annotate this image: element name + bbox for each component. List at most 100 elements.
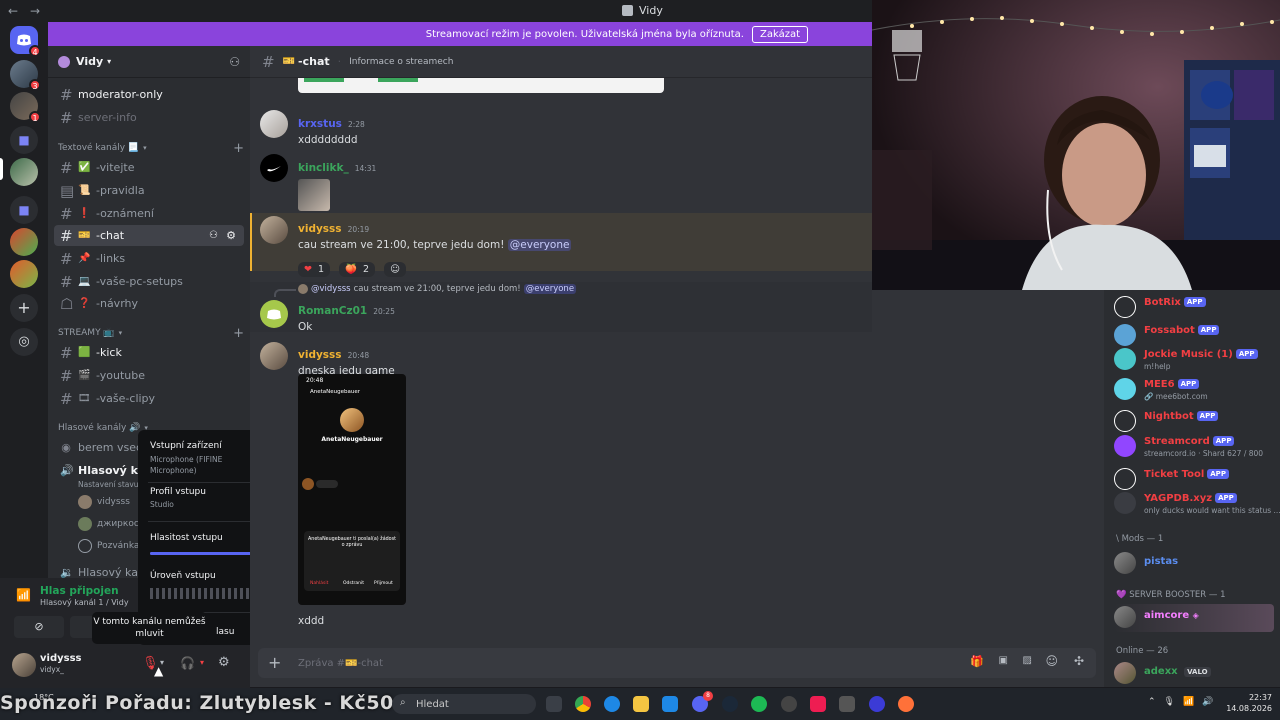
channel-links[interactable]: # 📌 -links (54, 248, 244, 269)
voice-user[interactable]: vidysss (78, 495, 130, 509)
message-author[interactable]: vidysss (298, 223, 342, 235)
reaction-heart[interactable]: ❤ 1 (298, 262, 331, 277)
add-server-icon[interactable]: + (10, 294, 38, 322)
tiktok-icon[interactable] (810, 696, 826, 712)
message-author[interactable]: krxstus (298, 118, 342, 130)
server-avatar[interactable] (10, 260, 38, 288)
reply-preview[interactable]: @vidysss cau stream ve 21:00, teprve jed… (298, 284, 577, 294)
discord-taskbar-icon[interactable]: 8 (692, 691, 713, 712)
user-name[interactable]: vidysss (40, 653, 81, 664)
gear-icon[interactable]: ⚙ (226, 229, 236, 242)
headphones-muted-icon[interactable]: 🎧 (180, 656, 195, 670)
member-botrix[interactable]: BotRix APP (1114, 294, 1274, 322)
edge-icon[interactable] (604, 696, 620, 712)
server-avatar[interactable] (10, 228, 38, 256)
reaction-peach[interactable]: 🍑 2 (339, 262, 375, 277)
channel-vase-clipy[interactable]: # 🎞 -vaše-clipy (54, 388, 244, 409)
category-streams[interactable]: STREAMY 📺 ▾ + (58, 326, 244, 341)
member-streamcord[interactable]: Streamcord APP streamcord.io · Shard 627 /… (1114, 433, 1274, 461)
folder-icon[interactable]: ■ (10, 126, 38, 154)
add-attachment-icon[interactable]: + (268, 653, 281, 672)
avatar[interactable] (12, 653, 36, 677)
mail-icon[interactable] (662, 696, 678, 712)
obs-icon[interactable] (781, 696, 797, 712)
channel-chat[interactable]: # 🎫 -chat ⚇ ⚙ (54, 225, 244, 246)
avatar[interactable] (260, 300, 288, 328)
add-channel-icon[interactable]: + (233, 326, 244, 341)
voice-user[interactable]: джиркос (78, 517, 139, 531)
channel-topic[interactable]: Informace o streamech (349, 57, 453, 67)
channel-moderator-only[interactable]: # moderator-only (54, 84, 244, 105)
member-yagpdb[interactable]: YAGPDB.xyz APP only ducks would want this … (1114, 490, 1280, 518)
gift-icon[interactable]: 🎁 (970, 655, 984, 668)
server-avatar[interactable]: 3 (10, 60, 41, 91)
message-author[interactable]: kinclikk_ (298, 162, 349, 174)
steam-icon[interactable] (722, 696, 738, 712)
apps-icon[interactable]: ✣ (1074, 654, 1084, 668)
add-reaction-button[interactable]: ☺ (384, 262, 406, 277)
disable-streamer-mode-button[interactable]: Zakázat (751, 25, 808, 43)
channel-navrhy[interactable]: ☖ ❓ -návrhy (54, 293, 244, 314)
avatar[interactable] (260, 110, 288, 138)
input-device-label[interactable]: Vstupní zařízení (150, 441, 222, 451)
server-avatar[interactable]: 1 (10, 92, 41, 123)
attachment-image[interactable] (298, 78, 664, 93)
avatar[interactable] (260, 216, 288, 244)
server-header[interactable]: Vidy ▾ ⚇ (48, 46, 250, 78)
member-adexx[interactable]: adexx VALO (1114, 660, 1274, 688)
emoji-icon[interactable]: ☺ (1045, 654, 1058, 668)
camera-off-icon[interactable]: ⊘ (14, 616, 64, 638)
add-member-icon[interactable]: ⚇ (229, 55, 240, 69)
voice-status[interactable]: Nastavení stavu k (78, 480, 145, 489)
hash-icon: # (60, 204, 73, 223)
add-channel-icon[interactable]: + (233, 141, 244, 156)
member-jockie[interactable]: Jockie Music (1) APP m!help (1114, 346, 1274, 374)
message-author[interactable]: vidysss (298, 349, 342, 361)
avatar[interactable] (260, 342, 288, 370)
phone-screenshot-attachment[interactable]: 20:48 AnetaNeugebauer AnetaNeugebauer An… (298, 374, 406, 605)
app-icon[interactable] (869, 696, 885, 712)
channel-vitejte[interactable]: # ✅ -vitejte (54, 157, 244, 178)
everyone-mention[interactable]: @everyone (507, 239, 572, 251)
channel-oznameni[interactable]: # ❗ -oznámení (54, 203, 244, 224)
category-text-channels[interactable]: Textové kanály 📃 ▾ + (58, 141, 244, 156)
voice-connected-title[interactable]: Hlas připojen (40, 585, 119, 597)
channel-server-info[interactable]: # server-info (54, 107, 244, 128)
input-profile-label[interactable]: Profil vstupu (150, 487, 206, 497)
invite-icon[interactable]: ⚇ (209, 230, 218, 241)
back-arrow-icon[interactable]: ← (8, 4, 22, 18)
channel-vase-pc-setups[interactable]: # 💻 -vaše-pc-setups (54, 271, 244, 292)
task-view-icon[interactable] (546, 696, 562, 712)
channel-pravidla[interactable]: ▤ 📜 -pravidla (54, 180, 244, 201)
voice-settings-link[interactable]: lasu (216, 627, 234, 637)
voice-connected-subtitle[interactable]: Hlasový kanál 1 / Vidy (40, 598, 129, 607)
spotify-icon[interactable] (751, 696, 767, 712)
attachment-image[interactable] (298, 179, 330, 211)
app-icon[interactable] (839, 696, 855, 712)
server-vidy-icon[interactable] (10, 158, 38, 186)
folder-icon[interactable]: ■ (10, 196, 38, 224)
channel-kick[interactable]: # 🟩 -kick (54, 342, 244, 363)
file-explorer-icon[interactable] (633, 696, 649, 712)
discord-home-icon[interactable]: 4 (10, 26, 41, 57)
voice-invite[interactable]: Pozvánka (78, 539, 139, 553)
firefox-icon[interactable] (898, 696, 914, 712)
channel-youtube[interactable]: # 🎬 -youtube (54, 365, 244, 386)
taskbar-clock[interactable]: 22:37 14.08.2026 (1222, 692, 1272, 714)
chevron-down-icon[interactable]: ▾ (200, 658, 204, 667)
explore-icon[interactable]: ◎ (10, 328, 38, 356)
message-author[interactable]: RomanCz01 (298, 305, 367, 317)
system-tray-icons[interactable]: ⌃🎙📶🔊 (1148, 697, 1221, 707)
chrome-icon[interactable] (575, 696, 591, 712)
gif-icon[interactable]: ▣ (999, 655, 1008, 666)
member-mee6[interactable]: MEE6 APP 🔗 mee6bot.com (1114, 376, 1274, 404)
gear-icon[interactable]: ⚙ (218, 655, 230, 670)
avatar[interactable] (260, 154, 288, 182)
member-nightbot[interactable]: Nightbot APP (1114, 408, 1274, 436)
forward-arrow-icon[interactable]: → (30, 4, 44, 18)
taskbar-search[interactable]: ⌕ Hledat (392, 694, 536, 714)
member-pistas[interactable]: pistas (1114, 550, 1274, 578)
message-composer[interactable]: + Zpráva #🎫-chat 🎁 ▣ ▨ ☺ ✣ (258, 648, 1096, 678)
member-aimcore[interactable]: aimcore ◈ (1114, 604, 1274, 632)
sticker-icon[interactable]: ▨ (1023, 655, 1032, 666)
